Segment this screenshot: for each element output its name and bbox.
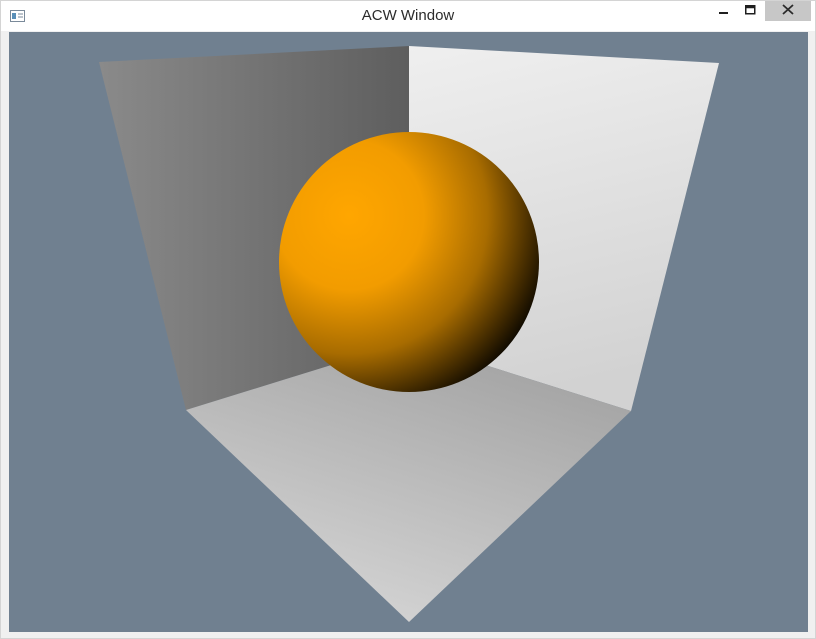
scene-canvas [99, 46, 719, 622]
orange-sphere [279, 132, 539, 392]
maximize-button[interactable] [737, 1, 763, 21]
app-window: ACW Window [0, 0, 816, 639]
close-icon [782, 2, 794, 20]
title-bar[interactable]: ACW Window [1, 1, 815, 31]
maximize-icon [744, 2, 756, 20]
render-viewport[interactable] [9, 32, 808, 632]
minimize-button[interactable] [711, 1, 737, 21]
close-button[interactable] [765, 1, 811, 21]
window-title: ACW Window [361, 7, 455, 24]
minimize-icon [719, 2, 729, 20]
